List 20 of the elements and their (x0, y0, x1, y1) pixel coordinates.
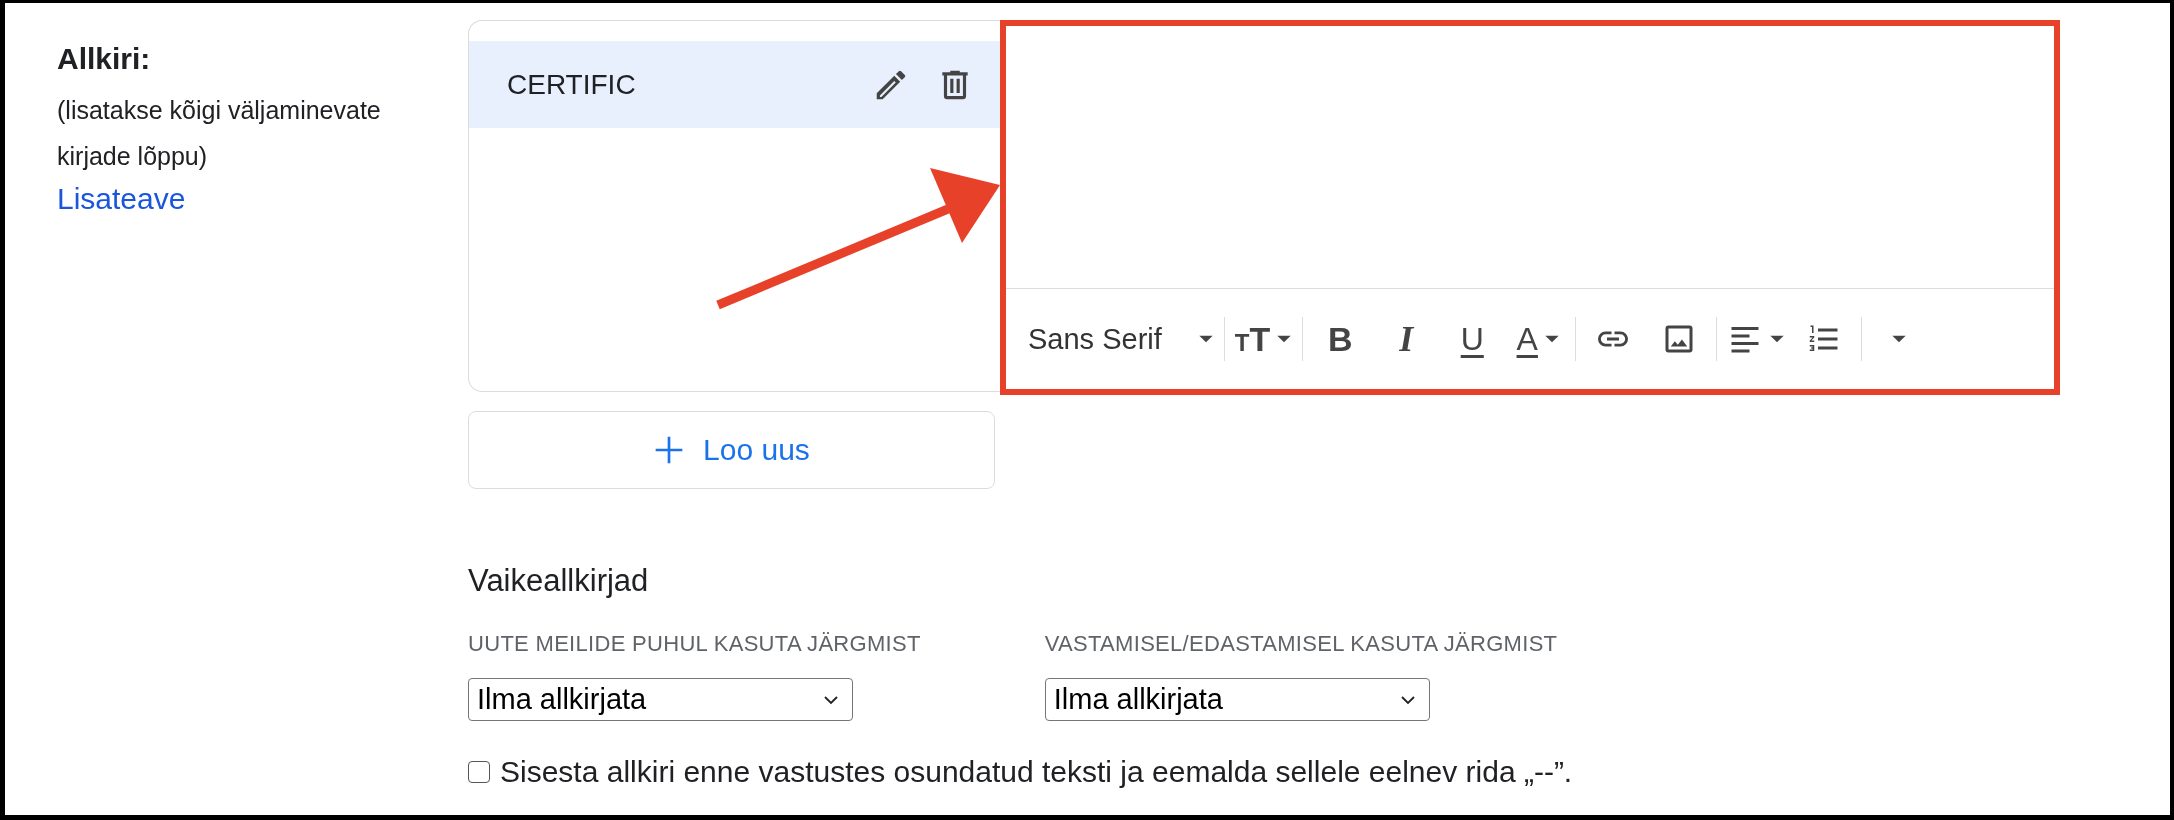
text-color-button[interactable]: A (1507, 317, 1570, 361)
checkbox-label: Sisesta allkiri enne vastustes osundatud teksti ja eemalda sellele eelnev rida „--”. (500, 754, 1573, 790)
select-label: VASTAMISEL/EDASTAMISEL KASUTA JÄRGMIST (1044, 630, 1558, 658)
underline-button[interactable]: U (1441, 317, 1504, 361)
font-dropdown[interactable]: Sans Serif (1020, 317, 1218, 361)
learn-more-link[interactable]: Lisateave (57, 182, 186, 215)
section-title: Allkiri: (57, 41, 152, 77)
defaults-heading: Vaikeallkirjad (468, 562, 650, 600)
signature-item[interactable]: CERTIFIC (469, 41, 1000, 128)
checkbox[interactable] (468, 761, 490, 783)
signature-name: CERTIFIC (507, 68, 637, 101)
signature-select[interactable]: Ilma allkirjata (468, 678, 853, 721)
signature-select[interactable]: Ilma allkirjata (1044, 678, 1430, 721)
signature-editor[interactable]: Sans Serif TT B I U A (1000, 20, 2060, 395)
select-label: UUTE MEILIDE PUHUL KASUTA JÄRGMIST (468, 630, 921, 658)
create-button[interactable]: Loo uus (468, 411, 995, 489)
bold-button[interactable]: B (1309, 317, 1372, 361)
text-size-button[interactable]: TT (1230, 317, 1297, 361)
italic-button[interactable]: I (1375, 317, 1438, 361)
section-description: (lisatakse kõigi väljaminevate kirjade lõppu) (57, 95, 382, 172)
